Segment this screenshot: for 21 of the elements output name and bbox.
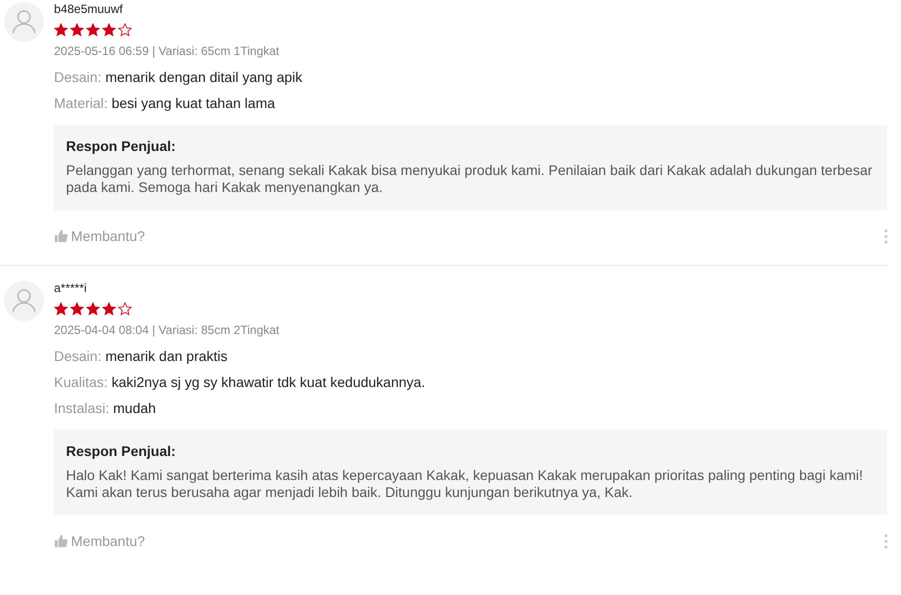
more-options-icon[interactable] bbox=[884, 534, 888, 548]
review-date-variant: 2025-04-04 08:04 | Variasi: 85cm 2Tingkat bbox=[54, 323, 280, 337]
review-attribute: Kualitas: kaki2nya sj yg sy khawatir tdk kuat kedudukannya. bbox=[54, 373, 426, 392]
review-attribute: Material: besi yang kuat tahan lama bbox=[54, 94, 276, 113]
username: a*****i bbox=[54, 281, 87, 295]
review-attribute: Desain: menarik dan praktis bbox=[54, 347, 229, 366]
helpful-button[interactable]: Membantu? bbox=[54, 228, 145, 244]
response-title: Respon Penjual: bbox=[66, 443, 176, 459]
avatar-icon bbox=[4, 281, 44, 321]
helpful-button[interactable]: Membantu? bbox=[54, 533, 145, 549]
review-attribute: Desain: menarik dengan ditail yang apik bbox=[54, 68, 302, 87]
response-text: Halo Kak! Kami sangat berterima kasih atas kepercayaan Kakak, kepuasan Kakak merupakan prioritas paling penting bagi kami! Kami akan terus berusaha agar menjadi lebih baik. Ditunggu kunjungan berikutnya ya, Kak. bbox=[66, 467, 864, 501]
review-date-variant: 2025-05-16 06:59 | Variasi: 65cm 1Tingkat bbox=[54, 44, 280, 58]
review-attribute: Instalasi: mudah bbox=[54, 399, 157, 418]
avatar-icon bbox=[4, 2, 44, 42]
more-options-icon[interactable] bbox=[884, 228, 888, 244]
response-text: Pelanggan yang terhormat, senang sekali Kakak bisa menyukai produk kami. Penilaian baik dari Kakak adalah dukungan terbesar pada kami. Semoga hari Kakak menyenangkan ya. bbox=[66, 162, 874, 196]
thumbs-up-icon bbox=[54, 229, 68, 243]
username: b48e5muuwf bbox=[54, 2, 123, 16]
thumbs-up-icon bbox=[54, 534, 68, 548]
response-title: Respon Penjual: bbox=[66, 138, 176, 154]
